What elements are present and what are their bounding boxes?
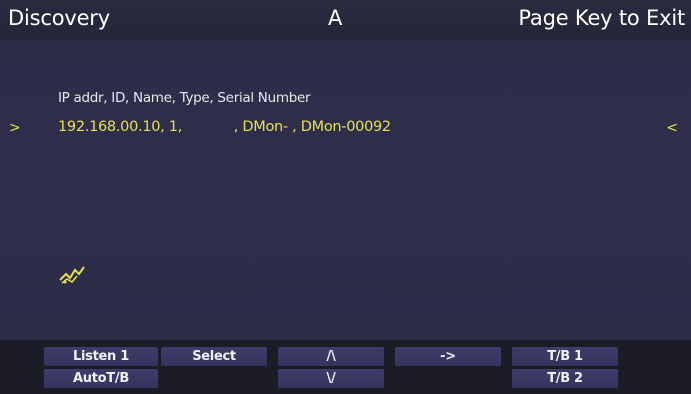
page-title: Discovery [8, 6, 110, 30]
selection-marker-right: < [666, 120, 678, 136]
list-header: IP addr, ID, Name, Type, Serial Number [58, 90, 311, 106]
right-arrow-button[interactable]: -> [395, 347, 501, 366]
discovery-screen: Discovery A Page Key to Exit IP addr, ID… [0, 0, 691, 394]
down-button[interactable]: \/ [278, 369, 384, 388]
tb1-button[interactable]: T/B 1 [512, 347, 618, 366]
up-button[interactable]: /\ [278, 347, 384, 366]
select-button[interactable]: Select [161, 347, 267, 366]
channel-indicator: A [328, 6, 343, 30]
exit-hint: Page Key to Exit [518, 6, 685, 30]
title-bar: Discovery A Page Key to Exit [0, 0, 691, 40]
autotb-button[interactable]: AutoT/B [44, 369, 158, 388]
activity-icon [59, 266, 85, 284]
tb2-button[interactable]: T/B 2 [512, 369, 618, 388]
device-list-item[interactable]: 192.168.00.10, 1, , DMon- , DMon-00092 [58, 119, 391, 135]
softkey-bar: Listen 1 Select /\ -> T/B 1 AutoT/B \/ T… [0, 340, 691, 394]
listen1-button[interactable]: Listen 1 [44, 347, 158, 366]
selection-marker-left: > [9, 120, 21, 136]
